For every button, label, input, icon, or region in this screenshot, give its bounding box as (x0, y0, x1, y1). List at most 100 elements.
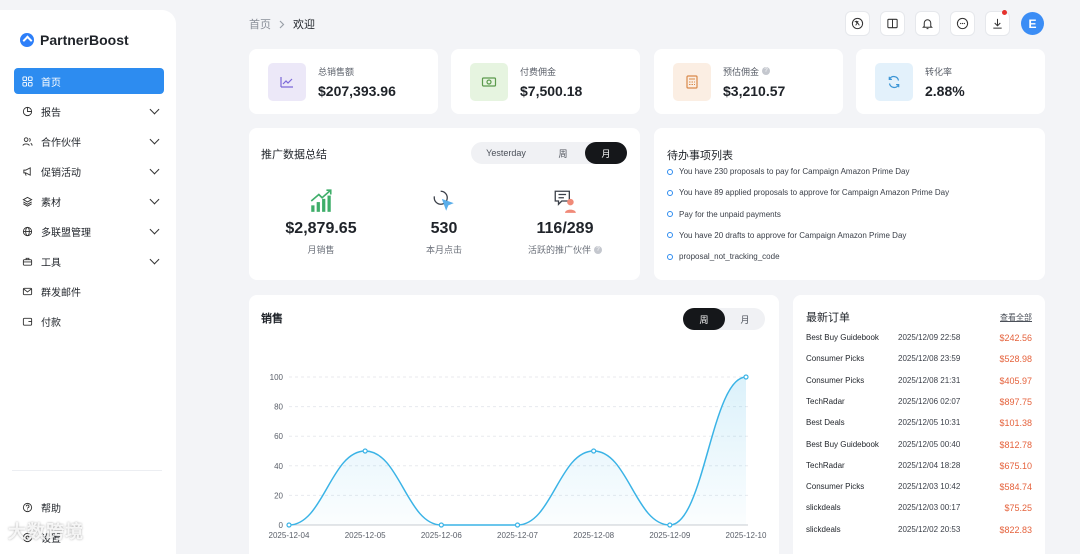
docs-button[interactable] (880, 11, 905, 36)
chevron-down-icon (149, 164, 160, 175)
sidebar-item-label: 多联盟管理 (41, 227, 91, 239)
todo-item[interactable]: Pay for the unpaid payments (667, 210, 781, 219)
sidebar-item-0[interactable]: 首页 (14, 68, 164, 94)
x-tick-label: 2025-12-05 (345, 531, 386, 540)
x-tick-label: 2025-12-09 (649, 531, 690, 540)
bullet-circle-icon (667, 211, 673, 218)
order-amount: $822.83 (999, 524, 1032, 535)
sidebar-item-5[interactable]: 多联盟管理 (14, 218, 164, 244)
order-store: slickdeals (806, 524, 841, 534)
breadcrumb-current: 欢迎 (293, 19, 315, 31)
sidebar-item-3[interactable]: 促销活动 (14, 158, 164, 184)
sales-tab-0[interactable]: 周 (683, 308, 725, 330)
chevron-down-icon (149, 254, 160, 265)
user-avatar[interactable]: E (1021, 12, 1044, 35)
order-store: Consumer Picks (806, 354, 865, 364)
sidebar-item-label: 促销活动 (41, 167, 81, 179)
data-point (438, 522, 444, 528)
notifications-button[interactable] (915, 11, 940, 36)
help-icon[interactable]: ? (762, 67, 771, 75)
sidebar-item-label: 报告 (41, 107, 61, 119)
kpi-card-1: 付费佣金 $7,500.18 (451, 49, 640, 114)
y-tick-label: 40 (274, 462, 283, 471)
messages-button[interactable] (950, 11, 975, 36)
bullet-circle-icon (667, 232, 673, 239)
order-amount: $242.56 (999, 333, 1032, 343)
data-point (591, 448, 597, 454)
translate-button[interactable] (845, 11, 870, 36)
logo-icon (20, 33, 34, 47)
summary-stat-1: 530 本月点击 (384, 188, 504, 256)
summary-tab-1[interactable]: 周 (541, 142, 585, 164)
order-store: Consumer Picks (806, 375, 865, 385)
sidebar-item-label: 合作伙伴 (41, 137, 81, 149)
x-tick-label: 2025-12-04 (269, 531, 310, 540)
notification-dot (1002, 10, 1007, 15)
summary-tab-0[interactable]: Yesterday (471, 142, 541, 164)
kpi-label: 预估佣金 (723, 66, 760, 77)
todo-item[interactable]: You have 20 drafts to approve for Campai… (667, 231, 906, 240)
stat-label: 月销售 (307, 245, 335, 255)
order-amount: $584.74 (999, 482, 1032, 493)
chevron-right-icon (279, 20, 285, 28)
sidebar-bottom-item-0[interactable]: 帮助 (14, 494, 164, 520)
sidebar-item-label: 付款 (41, 317, 61, 329)
series-area (289, 377, 746, 525)
kpi-card-3: 转化率 2.88% (856, 49, 1045, 114)
kpi-value: $207,393.96 (318, 82, 396, 99)
sidebar: PartnerBoost 首页报告合作伙伴促销活动素材多联盟管理工具群发邮件付款… (0, 10, 176, 554)
order-amount: $75.25 (1004, 503, 1032, 514)
orders-title: 最新订单 (806, 312, 850, 324)
sidebar-item-1[interactable]: 报告 (14, 98, 164, 124)
sidebar-item-7[interactable]: 群发邮件 (14, 278, 164, 304)
order-store: Best Buy Guidebook (806, 333, 879, 342)
sidebar-item-4[interactable]: 素材 (14, 188, 164, 214)
translate-icon (851, 17, 864, 30)
sidebar-item-2[interactable]: 合作伙伴 (14, 128, 164, 154)
order-date: 2025/12/09 22:58 (898, 333, 961, 342)
data-point (362, 448, 368, 454)
kpi-card-0: 总销售额 $207,393.96 (249, 49, 438, 114)
downloads-button[interactable] (985, 10, 1010, 36)
help-icon[interactable]: ? (594, 245, 602, 254)
help-icon (22, 502, 33, 513)
breadcrumb-home[interactable]: 首页 (249, 16, 271, 32)
stat-label: 本月点击 (425, 245, 462, 255)
order-amount: $675.10 (999, 460, 1032, 471)
todo-item[interactable]: proposal_not_tracking_code (667, 252, 780, 261)
data-point (667, 522, 673, 528)
sales-line-chart: 0 20 40 60 80 100 2025-12-04 2025-12-05 2025-12-… (269, 373, 767, 540)
summary-tab-2[interactable]: 月 (585, 142, 627, 164)
y-tick-label: 100 (270, 373, 284, 382)
bullet-circle-icon (667, 253, 673, 260)
kpi-card-2: 预估佣金? $3,210.57 (654, 49, 843, 114)
view-all-link[interactable]: 查看全部 (1000, 312, 1032, 323)
breadcrumb: 首页 欢迎 (249, 16, 315, 32)
sidebar-bottom-label: 帮助 (41, 503, 61, 515)
sidebar-item-6[interactable]: 工具 (14, 248, 164, 274)
order-store: TechRadar (806, 460, 845, 470)
summary-stat-2: 116/289 活跃的推广伙伴? (505, 188, 625, 256)
sales-tab-1[interactable]: 月 (725, 308, 765, 330)
sidebar-item-label: 素材 (41, 197, 61, 209)
stat-value: $2,879.65 (285, 220, 357, 237)
todo-item[interactable]: You have 89 applied proposals to approve… (667, 188, 949, 197)
y-tick-label: 20 (274, 491, 283, 500)
top-toolbar: E (845, 10, 1044, 36)
sales-title: 销售 (261, 313, 283, 325)
cash-icon (470, 62, 508, 101)
mail-icon (22, 286, 33, 297)
bullet-circle-icon (667, 189, 673, 196)
sidebar-item-label: 首页 (41, 77, 61, 89)
layers-icon (22, 196, 33, 207)
sidebar-item-8[interactable]: 付款 (14, 308, 164, 334)
order-date: 2025/12/03 10:42 (898, 482, 961, 492)
app-logo[interactable]: PartnerBoost (20, 32, 129, 48)
y-tick-label: 0 (279, 521, 284, 530)
toolbox-icon (22, 256, 33, 267)
book-icon (887, 18, 898, 29)
sidebar-item-label: 群发邮件 (41, 287, 81, 299)
summary-stat-0: $2,879.65 月销售 (261, 188, 381, 256)
chat-icon (956, 17, 969, 30)
todo-item[interactable]: You have 230 proposals to pay for Campai… (667, 167, 910, 176)
